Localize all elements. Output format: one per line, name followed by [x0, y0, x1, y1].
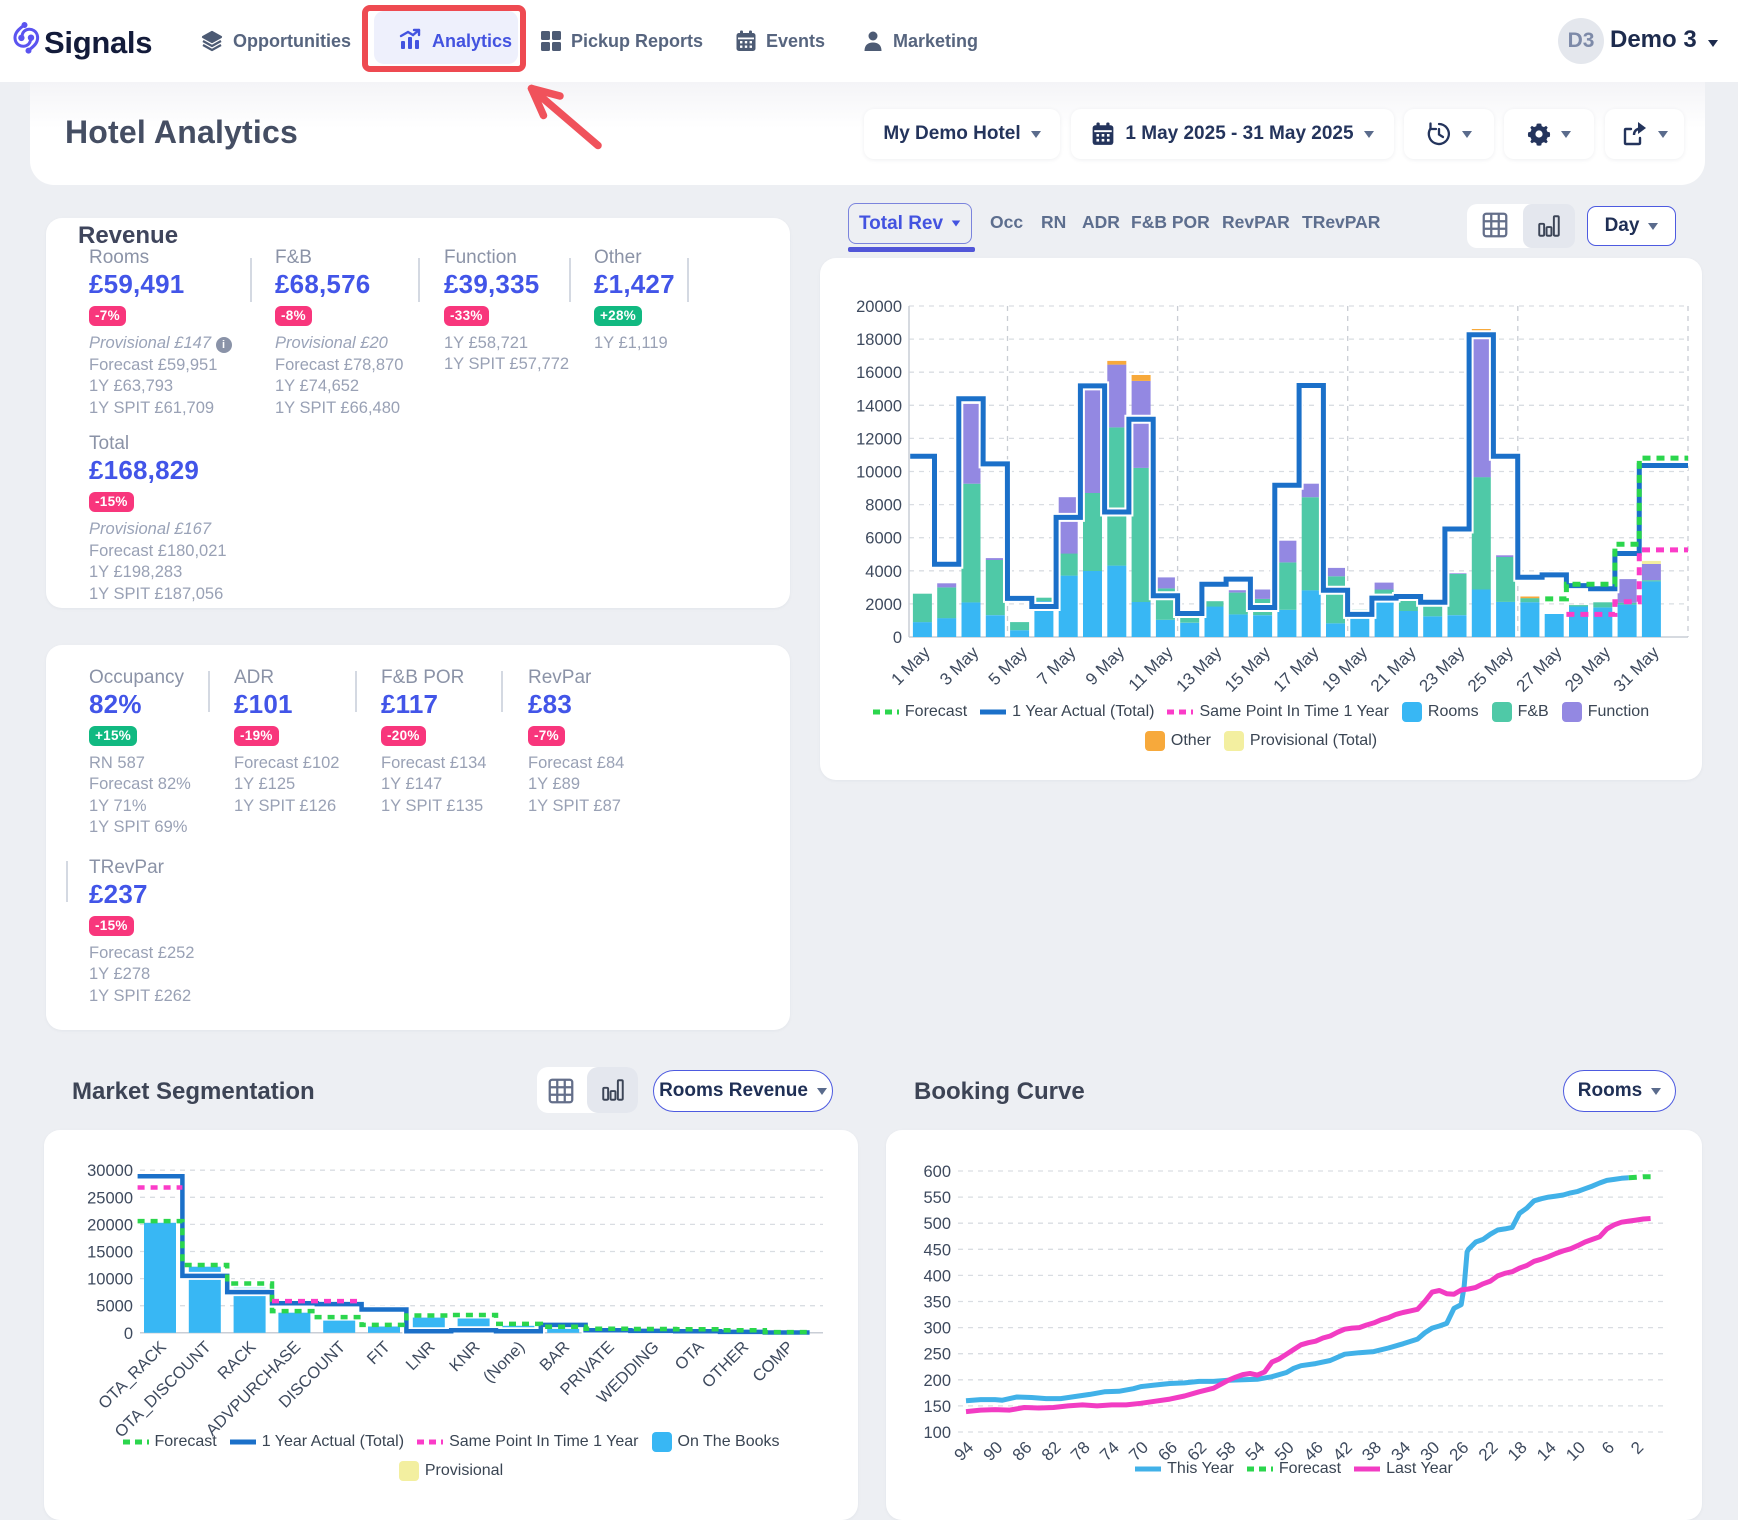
svg-text:3 May: 3 May: [936, 643, 983, 690]
svg-text:14000: 14000: [856, 397, 902, 415]
svg-text:(None): (None): [480, 1338, 528, 1386]
svg-text:2000: 2000: [865, 596, 902, 614]
svg-text:5 May: 5 May: [985, 643, 1032, 690]
svg-text:300: 300: [923, 1320, 951, 1338]
svg-text:350: 350: [923, 1294, 951, 1312]
svg-text:20000: 20000: [856, 298, 902, 316]
svg-text:30000: 30000: [87, 1162, 133, 1180]
svg-text:500: 500: [923, 1215, 951, 1233]
svg-text:9 May: 9 May: [1082, 643, 1129, 690]
svg-text:KNR: KNR: [446, 1338, 483, 1375]
svg-text:6: 6: [1598, 1438, 1618, 1458]
svg-text:15 May: 15 May: [1221, 643, 1274, 696]
svg-text:0: 0: [893, 629, 902, 647]
svg-text:12000: 12000: [856, 430, 902, 448]
svg-text:1 May: 1 May: [888, 643, 935, 690]
svg-text:550: 550: [923, 1189, 951, 1207]
svg-text:31 May: 31 May: [1610, 643, 1663, 696]
svg-text:10000: 10000: [87, 1271, 133, 1289]
svg-text:5000: 5000: [96, 1298, 133, 1316]
svg-text:LNR: LNR: [403, 1338, 439, 1374]
svg-text:7 May: 7 May: [1033, 643, 1080, 690]
svg-text:21 May: 21 May: [1367, 643, 1420, 696]
svg-text:2: 2: [1627, 1438, 1647, 1458]
svg-text:19 May: 19 May: [1318, 643, 1371, 696]
svg-text:29 May: 29 May: [1561, 643, 1614, 696]
svg-text:200: 200: [923, 1372, 951, 1390]
svg-text:COMP: COMP: [749, 1338, 797, 1386]
svg-text:15000: 15000: [87, 1244, 133, 1262]
svg-text:13 May: 13 May: [1172, 643, 1225, 696]
svg-text:FIT: FIT: [364, 1338, 394, 1368]
svg-text:BAR: BAR: [536, 1338, 573, 1375]
svg-text:17 May: 17 May: [1270, 643, 1323, 696]
svg-text:OTA: OTA: [672, 1338, 708, 1374]
svg-text:600: 600: [923, 1163, 951, 1181]
svg-text:OTHER: OTHER: [699, 1338, 753, 1392]
svg-text:25000: 25000: [87, 1189, 133, 1207]
svg-text:400: 400: [923, 1267, 951, 1285]
svg-text:11 May: 11 May: [1125, 643, 1177, 695]
svg-text:100: 100: [923, 1424, 951, 1442]
svg-text:450: 450: [923, 1241, 951, 1259]
svg-text:20000: 20000: [87, 1216, 133, 1234]
svg-text:25 May: 25 May: [1464, 643, 1517, 696]
svg-text:150: 150: [923, 1398, 951, 1416]
svg-text:0: 0: [124, 1325, 133, 1343]
svg-text:23 May: 23 May: [1415, 643, 1468, 696]
svg-text:6000: 6000: [865, 530, 902, 548]
svg-text:10000: 10000: [856, 464, 902, 482]
svg-text:27 May: 27 May: [1513, 643, 1566, 696]
svg-text:8000: 8000: [865, 497, 902, 515]
svg-text:16000: 16000: [856, 364, 902, 382]
svg-text:18000: 18000: [856, 331, 902, 349]
svg-text:250: 250: [923, 1346, 951, 1364]
svg-text:4000: 4000: [865, 563, 902, 581]
